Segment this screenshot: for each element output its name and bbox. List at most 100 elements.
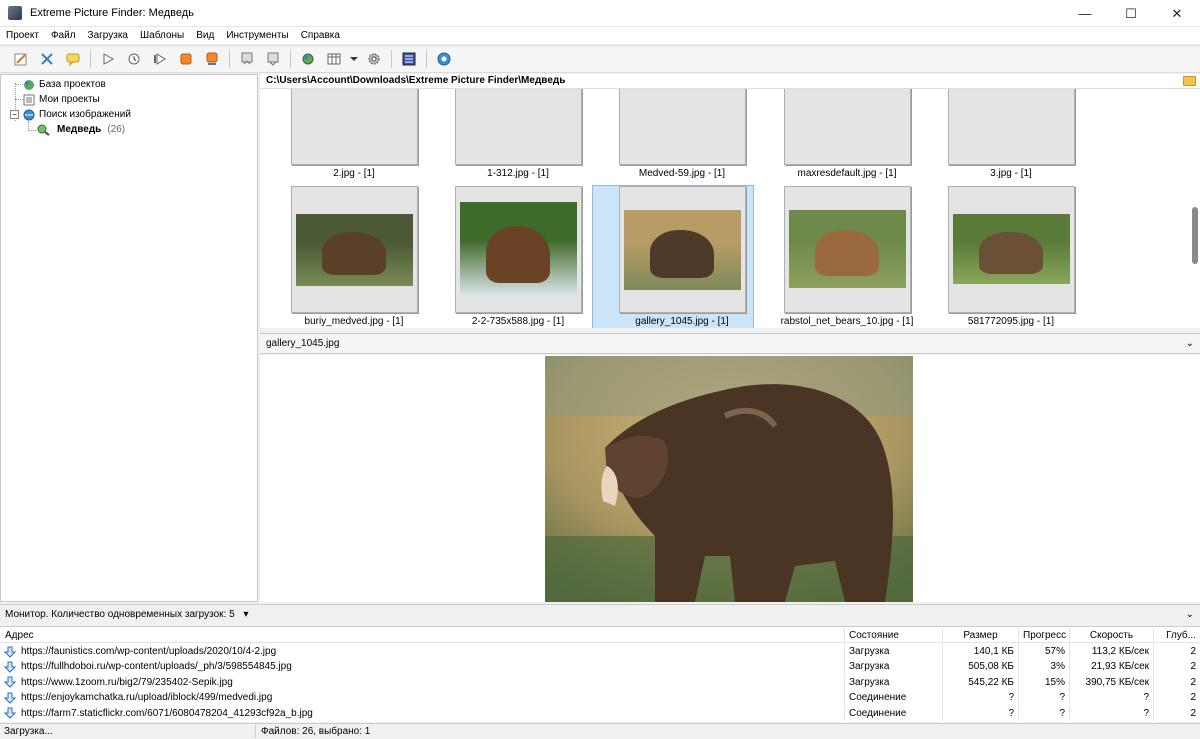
thumbnail-frame: [455, 89, 582, 165]
cell-url: https://farm7.staticflickr.com/6071/6080…: [0, 705, 845, 721]
url-text: https://fullhdoboi.ru/wp-content/uploads…: [21, 661, 292, 673]
settings-gear-icon[interactable]: [363, 48, 385, 70]
thumbnail-item[interactable]: 3.jpg - [1]: [921, 89, 1083, 182]
edit-project-icon[interactable]: [10, 48, 32, 70]
thumbnail-item[interactable]: 581772095.jpg - [1]: [921, 185, 1083, 328]
thumbnail-item[interactable]: buriy_medved.jpg - [1]: [264, 185, 426, 328]
url-text: https://www.1zoom.ru/big2/79/235402-Sepi…: [21, 676, 233, 688]
thumbnail-item[interactable]: rabstol_net_bears_10.jpg - [1]: [757, 185, 919, 328]
menu-tools[interactable]: Инструменты: [220, 30, 294, 41]
title-bar: Extreme Picture Finder: Медведь — ☐ ✕: [0, 0, 1200, 27]
cell-state: Загрузка: [845, 674, 943, 690]
thumbnail-label: gallery_1045.jpg - [1]: [635, 316, 729, 327]
resume-icon[interactable]: [149, 48, 171, 70]
maximize-button[interactable]: ☐: [1108, 0, 1154, 27]
menu-project[interactable]: Проект: [0, 30, 45, 41]
thumbnail-frame: [455, 186, 582, 313]
thumbnail-image: [296, 214, 413, 286]
thumbnail-frame: [619, 186, 746, 313]
url-text: https://farm7.staticflickr.com/6071/6080…: [21, 707, 313, 719]
thumbnail-label: 3.jpg - [1]: [990, 168, 1032, 179]
tree-item-label: Поиск изображений: [39, 109, 131, 120]
tree-item-label: Мои проекты: [39, 94, 100, 105]
thumbnail-item[interactable]: 1-312.jpg - [1]: [428, 89, 590, 182]
menu-help[interactable]: Справка: [295, 30, 346, 41]
toolbar: [0, 45, 1200, 73]
collapse-toggle[interactable]: −: [10, 110, 19, 119]
download-arrow-icon: [4, 676, 16, 689]
thumbnail-frame: [948, 186, 1075, 313]
thumbnail-label: 581772095.jpg - [1]: [967, 316, 1055, 327]
help-icon[interactable]: [433, 48, 455, 70]
cell-progress: 57%: [1019, 644, 1070, 659]
minimize-button[interactable]: —: [1062, 0, 1108, 27]
folder-icon[interactable]: [1183, 76, 1196, 86]
cell-url: https://www.1zoom.ru/big2/79/235402-Sepi…: [0, 674, 845, 690]
preview-filename: gallery_1045.jpg: [266, 338, 340, 349]
schedule-icon[interactable]: [123, 48, 145, 70]
current-path: C:\Users\Account\Downloads\Extreme Pictu…: [266, 75, 566, 86]
view-mode-icon[interactable]: [323, 48, 345, 70]
thumbnail-label: 2-2-735x588.jpg - [1]: [471, 316, 565, 327]
project-tree: − База проектов Мои проекты Поиск изобра…: [0, 74, 258, 602]
comment-icon[interactable]: [62, 48, 84, 70]
col-header-progress[interactable]: Прогресс: [1019, 628, 1070, 642]
close-button[interactable]: ✕: [1154, 0, 1200, 27]
menu-download[interactable]: Загрузка: [82, 30, 134, 41]
search-web-icon[interactable]: [297, 48, 319, 70]
col-header-depth[interactable]: Глуб...: [1154, 628, 1200, 642]
thumbnail-frame: [619, 89, 746, 165]
thumbnail-item[interactable]: Medved-59.jpg - [1]: [592, 89, 754, 182]
bear-shape: [814, 229, 880, 277]
gallery-icon[interactable]: [398, 48, 420, 70]
monitor-label: Монитор. Количество одновременных загруз…: [5, 609, 235, 620]
stop-all-icon[interactable]: [201, 48, 223, 70]
thumbnail-item[interactable]: maxresdefault.jpg - [1]: [757, 89, 919, 182]
dropdown-arrow-icon[interactable]: [349, 48, 359, 70]
table-row[interactable]: https://farm7.staticflickr.com/6071/6080…: [0, 705, 1200, 721]
vertical-scrollbar[interactable]: [1192, 207, 1198, 264]
thumbnail-image: [460, 202, 577, 297]
thumbnail-item[interactable]: 2-2-735x588.jpg - [1]: [428, 185, 590, 328]
tree-item-image-search[interactable]: Поиск изображений: [23, 107, 131, 122]
chevron-down-icon[interactable]: ⌄: [1186, 334, 1194, 353]
cell-state: Соединение: [845, 690, 943, 706]
next-page-icon[interactable]: [262, 48, 284, 70]
table-row[interactable]: https://enjoykamchatka.ru/upload/iblock/…: [0, 690, 1200, 706]
globe-search-icon: [23, 109, 35, 121]
table-row[interactable]: https://faunistics.com/wp-content/upload…: [0, 644, 1200, 659]
cell-depth: 2: [1190, 661, 1196, 673]
menu-view[interactable]: Вид: [190, 30, 220, 41]
chevron-down-icon[interactable]: ⌄: [1186, 605, 1194, 625]
thumbnail-frame: [784, 89, 911, 165]
projects-icon: [23, 94, 35, 106]
thumbnail-image: [624, 210, 741, 290]
menu-file[interactable]: Файл: [45, 30, 82, 41]
tree-item-my-projects[interactable]: Мои проекты: [23, 92, 100, 107]
stop-icon[interactable]: [175, 48, 197, 70]
bear-shape: [321, 232, 387, 276]
cell-url: https://faunistics.com/wp-content/upload…: [0, 644, 845, 659]
thumbnail-item[interactable]: gallery_1045.jpg - [1]: [592, 185, 754, 328]
menu-templates[interactable]: Шаблоны: [134, 30, 190, 41]
project-settings-icon[interactable]: [36, 48, 58, 70]
col-header-url[interactable]: Адрес: [0, 628, 845, 642]
cell-url: https://fullhdoboi.ru/wp-content/uploads…: [0, 659, 845, 675]
col-header-speed[interactable]: Скорость: [1070, 628, 1154, 642]
thumbnail-item[interactable]: 2.jpg - [1]: [264, 89, 426, 182]
thumbnail-label: buriy_medved.jpg - [1]: [304, 316, 404, 327]
cell-state: Загрузка: [845, 644, 943, 659]
download-arrow-icon: [4, 646, 16, 658]
col-header-state[interactable]: Состояние: [845, 628, 943, 642]
cell-size: 505,08 КБ: [943, 659, 1019, 675]
col-header-size[interactable]: Размер: [943, 628, 1019, 642]
table-row[interactable]: https://fullhdoboi.ru/wp-content/uploads…: [0, 659, 1200, 675]
tree-item-project-base[interactable]: База проектов: [23, 77, 106, 92]
status-bar: Загрузка... Файлов: 26, выбрано: 1: [0, 723, 1200, 739]
dropdown-arrow-icon[interactable]: ▾: [243, 609, 248, 620]
cell-speed: ?: [1070, 690, 1154, 706]
start-icon[interactable]: [97, 48, 119, 70]
table-row[interactable]: https://www.1zoom.ru/big2/79/235402-Sepi…: [0, 674, 1200, 690]
prev-page-icon[interactable]: [236, 48, 258, 70]
tree-item-bear[interactable]: Медведь (26): [37, 122, 125, 137]
